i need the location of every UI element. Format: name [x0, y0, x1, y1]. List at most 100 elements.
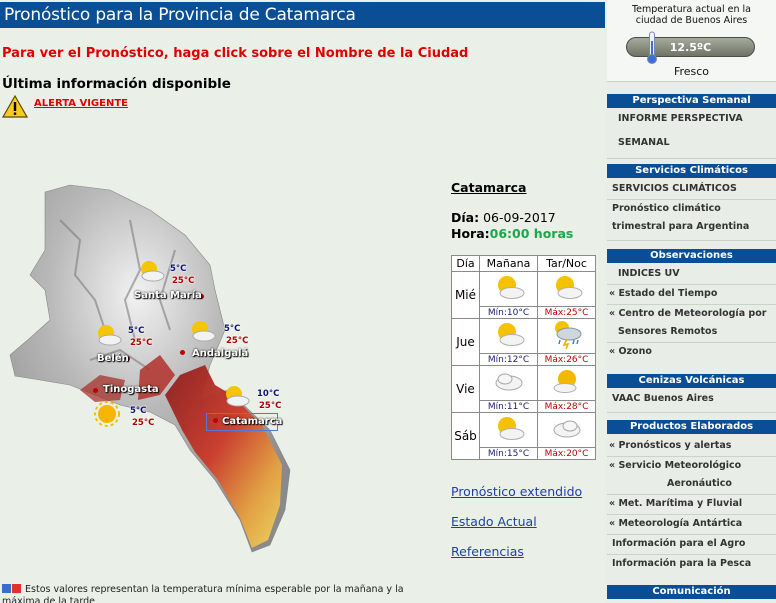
tinogasta-tmin: 5°C — [130, 406, 147, 416]
sidebar-item-servicios-climaticos[interactable]: SERVICIOS CLIMÁTICOS — [607, 180, 776, 198]
sun-cloud-icon — [192, 321, 216, 342]
sidebar-item-info-agro[interactable]: Información para el Agro — [607, 535, 776, 553]
max-temp: Máx:25°C — [537, 306, 596, 319]
sun-cloud-icon — [497, 323, 524, 346]
sidebar-item-informe-perspectiva[interactable]: INFORME PERSPECTIVA — [607, 110, 776, 128]
sun-cloud-icon — [553, 370, 576, 393]
city-link-tinogasta[interactable]: Tinogasta — [103, 384, 159, 395]
city-link-andalgala[interactable]: Andalgalá — [192, 348, 248, 359]
manana-cell — [479, 271, 538, 307]
sidebar-item-met-maritima[interactable]: « Met. Marítima y Fluvial — [607, 495, 776, 513]
page-title: Pronóstico para la Provincia de Catamarc… — [0, 2, 605, 28]
forecast-date: Día: 06-09-2017 — [451, 210, 556, 225]
alerta-vigente-link[interactable]: ALERTA VIGENTE — [34, 98, 128, 109]
santa-maria-tmin: 5°C — [170, 264, 187, 274]
dia-value: 06-09-2017 — [479, 210, 556, 225]
hora-label: Hora: — [451, 226, 490, 241]
city-link-belen[interactable]: Belén — [97, 353, 129, 364]
cloud-icon — [553, 420, 580, 438]
table-row: Jue — [451, 318, 596, 366]
divider — [607, 240, 776, 241]
legend-blue-square — [2, 584, 11, 593]
manana-cell — [479, 412, 538, 448]
warning-icon[interactable] — [2, 95, 28, 119]
footnote: Estos valores representan la temperatura… — [2, 584, 442, 603]
section-productos-elaborados: Productos Elaborados — [607, 420, 776, 434]
map-terrain — [9, 184, 291, 553]
andalgala-dot — [180, 350, 185, 355]
sidebar-item-indices-uv[interactable]: INDICES UV — [607, 265, 776, 283]
section-servicios-climaticos: Servicios Climáticos — [607, 164, 776, 178]
min-temp: Mín:12°C — [479, 353, 538, 366]
section-observaciones: Observaciones — [607, 249, 776, 263]
alert-row: ALERTA VIGENTE — [2, 95, 128, 119]
table-row: Sáb — [451, 412, 596, 460]
day-cell: Sáb — [451, 412, 480, 460]
sidebar-item-trimestral[interactable]: trimestral para Argentina — [607, 218, 776, 236]
forecast-time: Hora:06:00 horas — [451, 226, 573, 241]
belen-tmax: 25°C — [130, 338, 153, 348]
ultima-info-heading: Última información disponible — [2, 76, 231, 92]
sidebar-item-ozono[interactable]: « Ozono — [607, 343, 776, 361]
city-link-catamarca[interactable]: Catamarca — [222, 416, 282, 427]
sidebar-item-servicio-meteorologico[interactable]: « Servicio Meteorológico — [607, 457, 776, 475]
sun-cloud-icon — [555, 276, 582, 299]
section-comunicacion: Comunicación — [607, 585, 776, 599]
sidebar-item-centro-meteorologia[interactable]: « Centro de Meteorología por — [607, 305, 776, 323]
legend-red-square — [12, 584, 21, 593]
divider — [607, 158, 776, 159]
footnote-text: Estos valores representan la temperatura… — [2, 584, 404, 603]
table-row: Vie — [451, 365, 596, 413]
min-temp: Mín:15°C — [479, 447, 538, 460]
min-temp: Mín:11°C — [479, 400, 538, 413]
sidebar-item-info-pesca[interactable]: Información para la Pesca — [607, 555, 776, 573]
forecast-links: Pronóstico extendido Estado Actual Refer… — [451, 484, 582, 574]
province-map: 5°C 25°C Santa María 5°C 25°C Belén 5°C … — [0, 180, 420, 560]
pronostico-extendido-link[interactable]: Pronóstico extendido — [451, 484, 582, 499]
city-link-santa-maria[interactable]: Santa María — [134, 290, 202, 301]
forecast-city-title: Catamarca — [451, 180, 527, 195]
sidebar-item-sensores-remotos[interactable]: Sensores Remotos — [607, 323, 776, 341]
andalgala-tmin: 5°C — [224, 324, 241, 334]
min-temp: Mín:10°C — [479, 306, 538, 319]
cloud-icon — [495, 373, 522, 391]
santa-maria-tmax: 25°C — [172, 276, 195, 286]
andalgala-tmax: 25°C — [226, 336, 249, 346]
sun-icon — [94, 401, 120, 427]
manana-cell — [479, 365, 538, 401]
sun-cloud-icon — [226, 386, 250, 407]
storm-sun-icon — [554, 321, 581, 350]
instruction-text: Para ver el Pronóstico, haga click sobre… — [2, 46, 469, 61]
catamarca-tmin: 10°C — [257, 389, 280, 399]
col-dia: Día — [451, 255, 480, 272]
sidebar-item-pronosticos-alertas[interactable]: « Pronósticos y alertas — [607, 437, 776, 455]
tarde-cell — [537, 318, 596, 354]
referencias-link[interactable]: Referencias — [451, 544, 582, 559]
table-row: Mié — [451, 271, 596, 319]
tarde-cell — [537, 271, 596, 307]
current-temp-title-line2: ciudad de Buenos Aires — [635, 15, 748, 26]
section-cenizas-volcanicas: Cenizas Volcánicas — [607, 374, 776, 388]
current-temp-title: Temperatura actual en la ciudad de Bueno… — [607, 4, 776, 26]
sidebar-item-meteorologia-antartica[interactable]: « Meteorología Antártica — [607, 515, 776, 533]
catamarca-tmax: 25°C — [259, 401, 282, 411]
sidebar-item-vaac[interactable]: VAAC Buenos Aires — [607, 390, 776, 408]
sidebar-item-semanal[interactable]: SEMANAL — [607, 134, 776, 152]
max-temp: Máx:20°C — [537, 447, 596, 460]
forecast-header-row: Día Mañana Tar/Noc — [451, 255, 596, 272]
belen-tmin: 5°C — [128, 326, 145, 336]
current-temp-widget: Temperatura actual en la ciudad de Bueno… — [607, 0, 776, 82]
hora-value: 06:00 horas — [489, 226, 574, 241]
sidebar-item-pronostico-climatico[interactable]: Pronóstico climático — [607, 200, 776, 218]
manana-cell — [479, 318, 538, 354]
tarde-cell — [537, 365, 596, 401]
main-content: Pronóstico para la Provincia de Catamarc… — [0, 0, 605, 603]
divider — [607, 412, 776, 413]
forecast-table: Día Mañana Tar/Noc Mié Mín:10°C Máx:25°C — [451, 255, 596, 460]
page: Pronóstico para la Provincia de Catamarc… — [0, 0, 776, 603]
section-perspectiva-semanal: Perspectiva Semanal — [607, 94, 776, 108]
sidebar-item-estado-del-tiempo[interactable]: « Estado del Tiempo — [607, 285, 776, 303]
estado-actual-link[interactable]: Estado Actual — [451, 514, 582, 529]
max-temp: Máx:26°C — [537, 353, 596, 366]
sidebar-item-aeronautico[interactable]: Aeronáutico — [607, 475, 776, 493]
